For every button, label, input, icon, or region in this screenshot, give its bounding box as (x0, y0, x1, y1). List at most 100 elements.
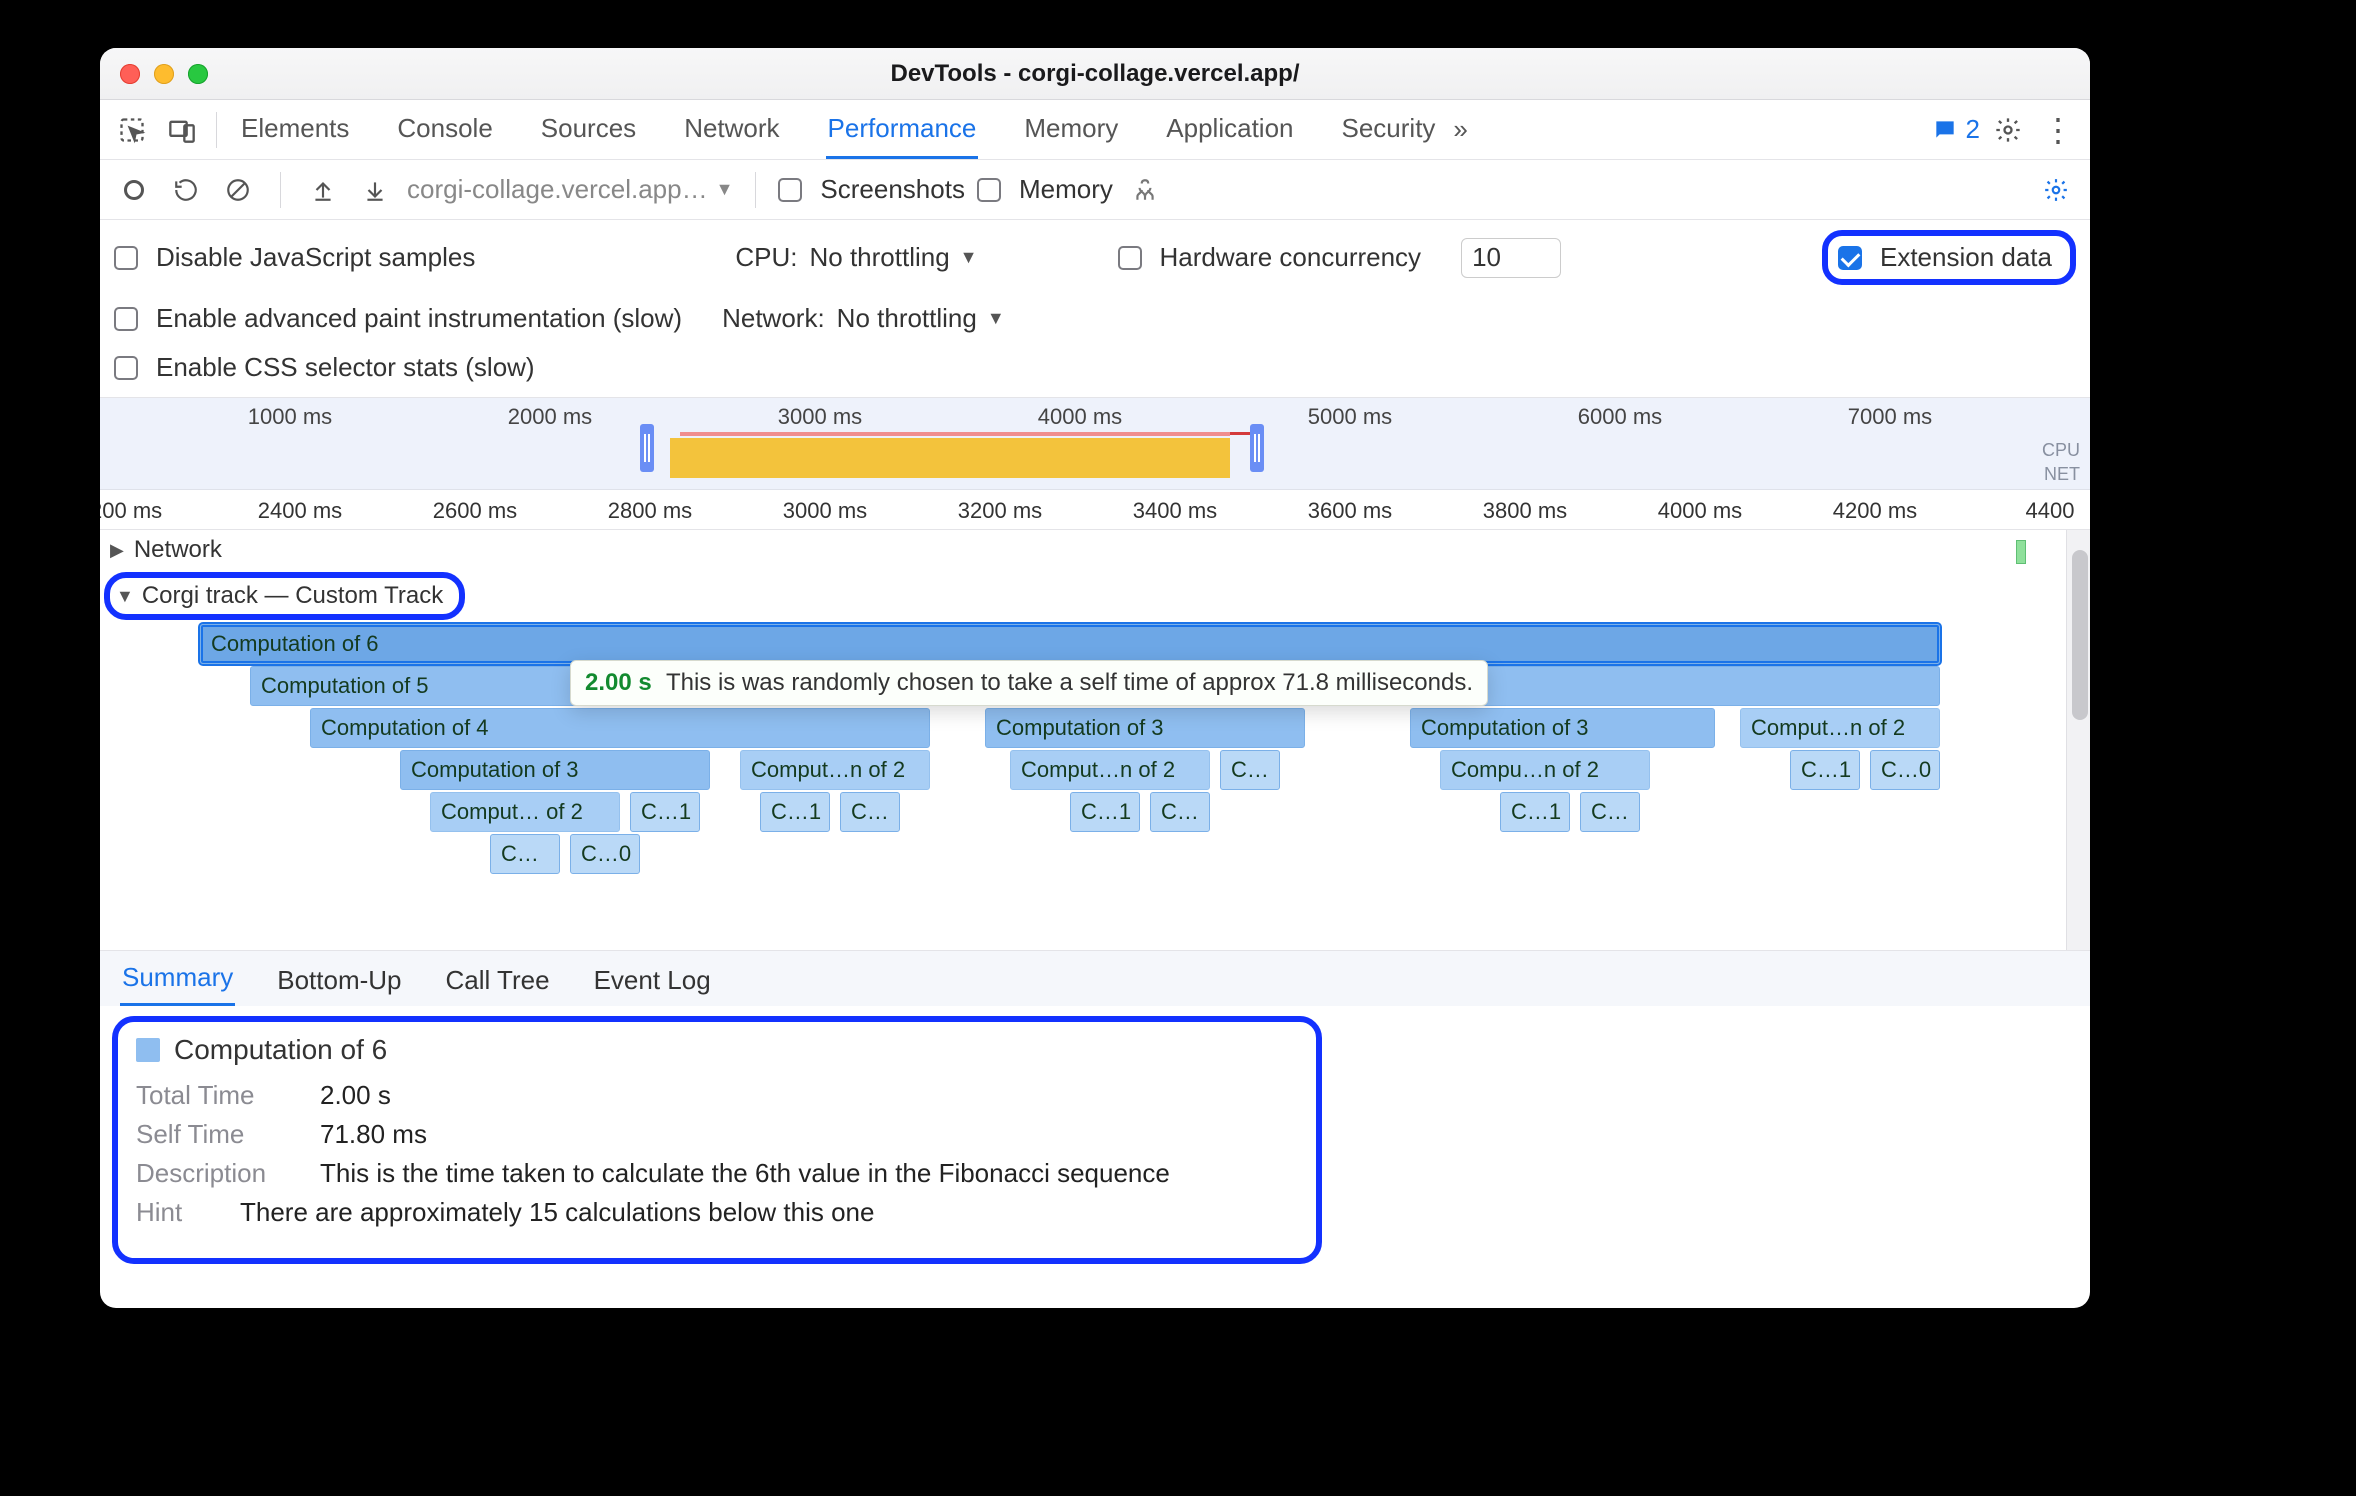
ruler-tick: 3200 ms (958, 498, 1042, 524)
css-selector-stats-toggle[interactable]: Enable CSS selector stats (slow) (114, 352, 535, 383)
tab-network[interactable]: Network (682, 101, 781, 159)
zoom-window-button[interactable] (188, 64, 208, 84)
device-toolbar-icon[interactable] (160, 108, 204, 152)
overview-tick: 4000 ms (1038, 404, 1122, 430)
flame-chart-area: ▶ Network ▼ Corgi track — Custom Track C… (100, 530, 2090, 950)
inspect-element-icon[interactable] (110, 108, 154, 152)
summary-title: Computation of 6 (174, 1034, 387, 1066)
tab-console[interactable]: Console (395, 101, 494, 159)
flame-entry[interactable]: C…1 (1070, 792, 1140, 832)
overview-lane-labels: CPU NET (2042, 438, 2080, 486)
memory-toggle[interactable]: Memory (977, 174, 1113, 205)
flame-chart[interactable]: ▶ Network ▼ Corgi track — Custom Track C… (100, 530, 2066, 950)
tab-sources[interactable]: Sources (539, 101, 638, 159)
overview-tick: 7000 ms (1848, 404, 1932, 430)
issues-counter[interactable]: 2 (1932, 114, 1980, 145)
details-tab-strip: Summary Bottom-Up Call Tree Event Log (100, 950, 2090, 1006)
flame-entry[interactable]: C…0 (570, 834, 640, 874)
tab-summary[interactable]: Summary (120, 952, 235, 1006)
flame-entry[interactable]: C… (490, 834, 560, 874)
flame-entry[interactable]: Computation of 4 (310, 708, 930, 748)
panel-overflow-icon[interactable]: » (1443, 114, 1477, 145)
flame-entry[interactable]: Comput…n of 2 (740, 750, 930, 790)
gc-icon[interactable] (1125, 170, 1165, 210)
summary-key: Hint (136, 1197, 216, 1228)
tab-security[interactable]: Security (1340, 101, 1438, 159)
timeline-ruler[interactable]: 2200 ms 2400 ms 2600 ms 2800 ms 3000 ms … (100, 490, 2090, 530)
extension-data-toggle[interactable]: Extension data (1838, 242, 2052, 273)
upload-profile-icon[interactable] (303, 170, 343, 210)
capture-settings-gear-icon[interactable] (2036, 170, 2076, 210)
advanced-paint-toggle[interactable]: Enable advanced paint instrumentation (s… (114, 303, 682, 334)
tab-event-log[interactable]: Event Log (592, 955, 713, 1006)
flame-entry[interactable]: C…1 (760, 792, 830, 832)
more-menu-icon[interactable]: ⋮ (2036, 108, 2080, 152)
flame-scrollbar[interactable] (2066, 530, 2090, 950)
summary-highlight-box: Computation of 6 Total Time 2.00 s Self … (112, 1016, 1322, 1264)
settings-gear-icon[interactable] (1986, 108, 2030, 152)
flame-entry[interactable]: Comput… of 2 (430, 792, 620, 832)
tab-memory[interactable]: Memory (1022, 101, 1120, 159)
overview-tick: 1000 ms (248, 404, 332, 430)
network-throttling-select[interactable]: No throttling ▼ (837, 303, 1005, 334)
tab-performance[interactable]: Performance (826, 101, 979, 159)
flame-entry[interactable]: Computation of 3 (1410, 708, 1715, 748)
close-window-button[interactable] (120, 64, 140, 84)
titlebar: DevTools - corgi-collage.vercel.app/ (100, 48, 2090, 100)
overview-tick: 3000 ms (778, 404, 862, 430)
tab-elements[interactable]: Elements (239, 101, 351, 159)
recording-selector[interactable]: corgi-collage.vercel.app… ▼ (407, 174, 733, 205)
capture-settings: Disable JavaScript samples CPU: No throt… (100, 220, 2090, 398)
summary-row: Total Time 2.00 s (136, 1080, 1298, 1111)
tab-application[interactable]: Application (1164, 101, 1295, 159)
flame-entry[interactable]: C… (1220, 750, 1280, 790)
network-request-mark[interactable] (2016, 540, 2026, 564)
record-button[interactable] (114, 170, 154, 210)
screenshots-toggle[interactable]: Screenshots (778, 174, 965, 205)
minimize-window-button[interactable] (154, 64, 174, 84)
tab-bottom-up[interactable]: Bottom-Up (275, 955, 403, 1006)
overview-range-handle-right[interactable] (1250, 424, 1264, 472)
hardware-concurrency-toggle[interactable]: Hardware concurrency (1118, 242, 1422, 273)
reload-record-button[interactable] (166, 170, 206, 210)
caret-down-icon: ▼ (716, 179, 734, 200)
tab-call-tree[interactable]: Call Tree (444, 955, 552, 1006)
checkbox-icon (1118, 246, 1142, 270)
clear-button[interactable] (218, 170, 258, 210)
issues-count: 2 (1966, 114, 1980, 145)
network-track-header[interactable]: ▶ Network (110, 536, 222, 564)
flame-entry[interactable]: Computation of 3 (400, 750, 710, 790)
flame-entry[interactable]: C…1 (1790, 750, 1860, 790)
overview-range-handle-left[interactable] (640, 424, 654, 472)
flame-entry-selected[interactable]: Computation of 6 (200, 624, 1940, 664)
flame-entry[interactable]: C… (840, 792, 900, 832)
overview-activity-bar (670, 438, 1230, 478)
advanced-paint-label: Enable advanced paint instrumentation (s… (156, 303, 682, 334)
flame-entry[interactable]: C…1 (630, 792, 700, 832)
summary-row: Description This is the time taken to ca… (136, 1158, 1298, 1189)
checkbox-icon (114, 246, 138, 270)
checkbox-icon (977, 178, 1001, 202)
scrollbar-thumb[interactable] (2072, 550, 2088, 720)
caret-down-icon: ▼ (960, 247, 978, 268)
flame-entry[interactable]: C… (1150, 792, 1210, 832)
flame-entry[interactable]: Comput…n of 2 (1010, 750, 1210, 790)
screenshots-label: Screenshots (820, 174, 965, 205)
overview-tick: 5000 ms (1308, 404, 1392, 430)
flame-entry[interactable]: C… (1580, 792, 1640, 832)
summary-key: Self Time (136, 1119, 296, 1150)
flame-entry[interactable]: Compu…n of 2 (1440, 750, 1650, 790)
flame-entry[interactable]: C…0 (1870, 750, 1940, 790)
summary-value: There are approximately 15 calculations … (240, 1197, 874, 1228)
hardware-concurrency-label: Hardware concurrency (1160, 242, 1422, 273)
flame-entry[interactable]: Computation of 3 (985, 708, 1305, 748)
disable-js-samples-toggle[interactable]: Disable JavaScript samples (114, 242, 475, 273)
hardware-concurrency-input[interactable]: 10 (1461, 238, 1561, 278)
flame-entry[interactable]: C…1 (1500, 792, 1570, 832)
cpu-throttling-select[interactable]: No throttling ▼ (809, 242, 977, 273)
download-profile-icon[interactable] (355, 170, 395, 210)
flame-entry[interactable]: Comput…n of 2 (1740, 708, 1940, 748)
ruler-tick: 3000 ms (783, 498, 867, 524)
overview-strip[interactable]: 1000 ms 2000 ms 3000 ms 4000 ms 5000 ms … (100, 398, 2090, 490)
overview-cpu-label: CPU (2042, 438, 2080, 462)
